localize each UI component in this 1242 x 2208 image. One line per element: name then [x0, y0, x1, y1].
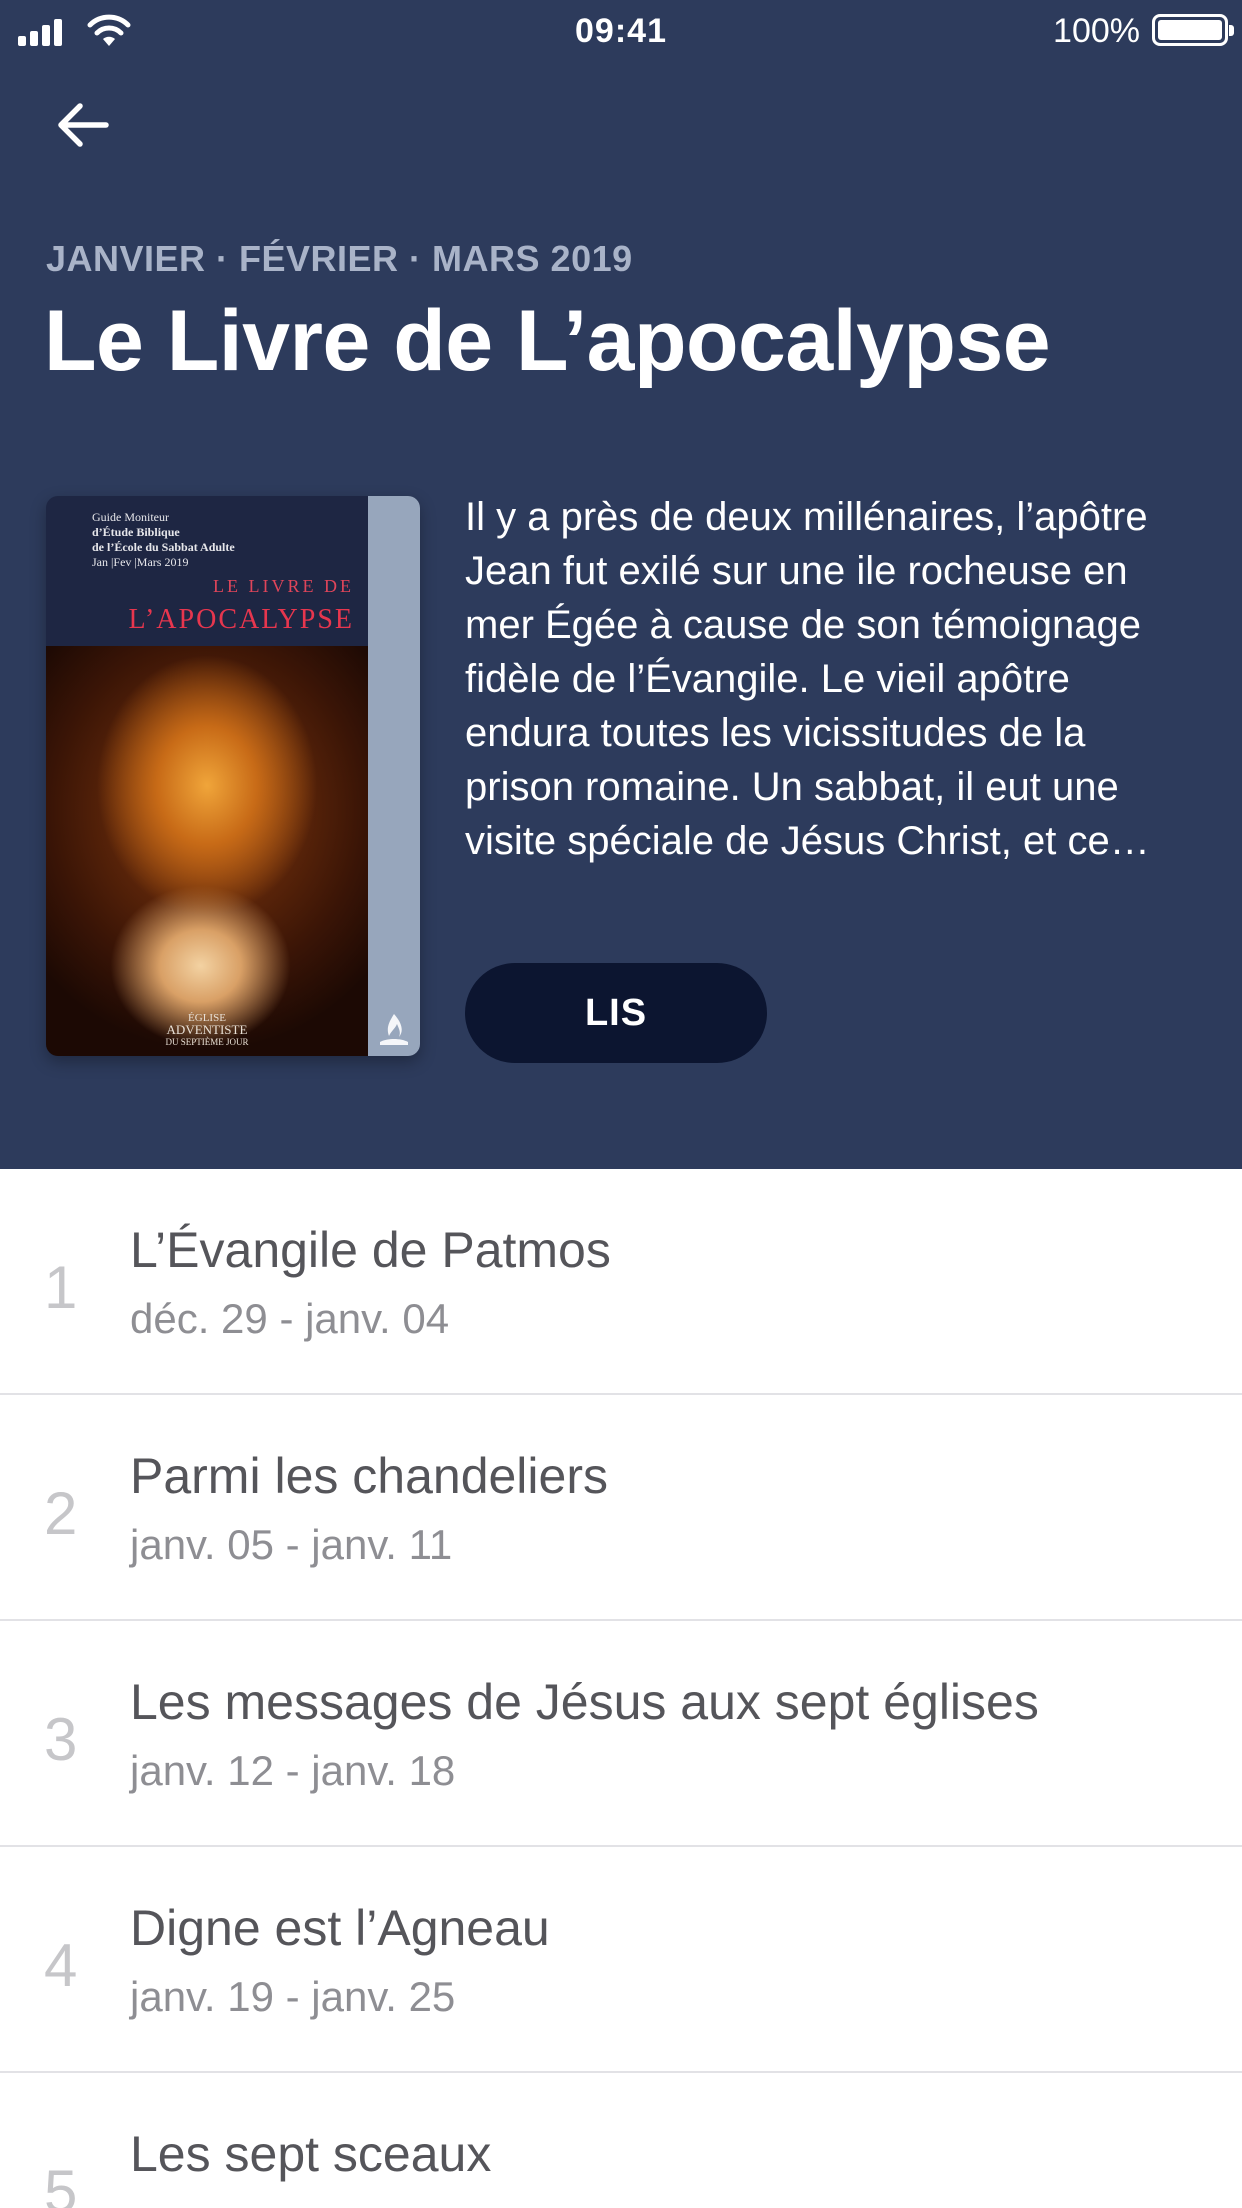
lesson-title: Les messages de Jésus aux sept églises — [130, 1674, 1039, 1730]
battery-icon — [1152, 14, 1234, 46]
flame-logo-icon — [380, 1014, 408, 1045]
arrow-left-icon — [58, 103, 109, 147]
cover-image: Guide Moniteur d’Étude Biblique de l’Éco… — [46, 496, 420, 1056]
cover-guide-line: de l’École du Sabbat Adulte — [92, 540, 235, 554]
lesson-title: Les sept sceaux — [130, 2126, 492, 2182]
lesson-title: L’Évangile de Patmos — [130, 1222, 611, 1278]
lesson-number: 2 — [44, 1480, 78, 1547]
lesson-number: 5 — [44, 2158, 78, 2208]
page-title: Le Livre de L’apocalypse — [44, 293, 1051, 389]
read-button[interactable]: LIS — [465, 963, 767, 1063]
quarterly-description: Il y a près de deux millénaires, l’apôtr… — [465, 495, 1150, 863]
cover-spine — [368, 496, 420, 1056]
cover-title-small: LE LIVRE DE — [213, 576, 354, 596]
lesson-dates: déc. 29 - janv. 04 — [130, 1295, 450, 1342]
lesson-title: Digne est l’Agneau — [130, 1900, 550, 1956]
lesson-item[interactable]: 3 Les messages de Jésus aux sept églises… — [0, 1621, 1242, 1847]
lesson-item[interactable]: 2 Parmi les chandeliers janv. 05 - janv.… — [0, 1395, 1242, 1621]
lesson-dates: janv. 05 - janv. 11 — [130, 1521, 453, 1568]
lesson-title: Parmi les chandeliers — [130, 1448, 608, 1504]
lesson-item[interactable]: 1 L’Évangile de Patmos déc. 29 - janv. 0… — [0, 1169, 1242, 1395]
back-button[interactable] — [48, 90, 118, 160]
cover-title-large: L’APOCALYPSE — [128, 604, 354, 635]
cover-publisher-line: DU SEPTIÈME JOUR — [165, 1037, 249, 1047]
quarter-dates: JANVIER · FÉVRIER · MARS 2019 — [46, 238, 633, 279]
cover-guide-text: Guide Moniteur d’Étude Biblique de l’Éco… — [92, 510, 342, 570]
lesson-number: 4 — [44, 1932, 78, 1999]
lesson-number: 3 — [44, 1706, 78, 1773]
cover-lion-lamb-art — [46, 646, 368, 1056]
lesson-item[interactable]: 4 Digne est l’Agneau janv. 19 - janv. 25 — [0, 1847, 1242, 2073]
battery-percentage: 100% — [1053, 12, 1140, 50]
lesson-item[interactable]: 5 Les sept sceaux — [0, 2073, 1242, 2208]
cover-guide-line: Guide Moniteur — [92, 510, 169, 524]
lesson-dates: janv. 19 - janv. 25 — [130, 1973, 456, 2020]
cover-guide-line: d’Étude Biblique — [92, 525, 180, 539]
lesson-list: 1 L’Évangile de Patmos déc. 29 - janv. 0… — [0, 1169, 1242, 2208]
cover-publisher-line: ADVENTISTE — [166, 1022, 248, 1037]
cover-guide-line: Jan |Fev |Mars 2019 — [92, 555, 189, 569]
quarterly-header: 09:41 100% JANVIER · FÉVRIER · MARS 2019… — [0, 0, 1242, 1169]
lesson-number: 1 — [44, 1254, 78, 1321]
cover-publisher: ÉGLISE ADVENTISTE DU SEPTIÈME JOUR — [46, 1012, 368, 1048]
status-bar: 09:41 100% — [0, 0, 1242, 62]
lesson-dates: janv. 12 - janv. 18 — [130, 1747, 456, 1794]
